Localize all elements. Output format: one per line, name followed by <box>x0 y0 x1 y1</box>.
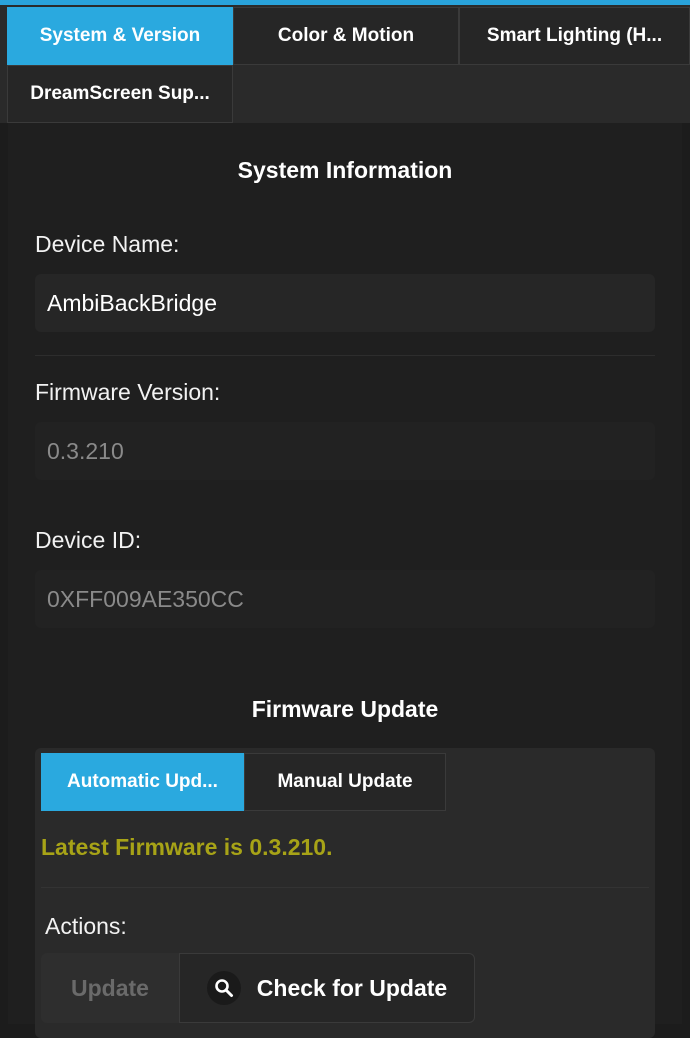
system-information-heading: System Information <box>237 157 453 183</box>
firmware-update-heading: Firmware Update <box>251 696 439 722</box>
update-button[interactable]: Update <box>41 953 179 1023</box>
tab-manual-update[interactable]: Manual Update <box>244 753 446 811</box>
firmware-version-label: Firmware Version: <box>35 379 221 405</box>
divider <box>35 355 655 356</box>
search-icon <box>206 971 241 1005</box>
tab-color-motion[interactable]: Color & Motion <box>233 7 459 65</box>
tab-dreamscreen-support[interactable]: DreamScreen Sup... <box>7 65 233 123</box>
device-name-label: Device Name: <box>35 231 180 257</box>
firmware-version-field: 0.3.210 <box>35 422 655 480</box>
divider <box>41 887 649 888</box>
tab-smart-lighting[interactable]: Smart Lighting (H... <box>459 7 690 65</box>
firmware-update-panel: Automatic Upd... Manual Update Latest Fi… <box>35 748 655 1038</box>
firmware-status-text: Latest Firmware is 0.3.210. <box>41 834 333 860</box>
device-id-label: Device ID: <box>35 527 142 553</box>
main-tab-bar: System & Version Color & Motion Smart Li… <box>0 5 690 123</box>
tab-system-version[interactable]: System & Version <box>7 7 233 65</box>
settings-content: System Information Device Name: AmbiBack… <box>8 123 682 1038</box>
tab-automatic-update[interactable]: Automatic Upd... <box>41 753 244 811</box>
check-for-update-label: Check for Update <box>256 974 448 1001</box>
actions-label: Actions: <box>45 913 127 939</box>
device-name-field[interactable]: AmbiBackBridge <box>35 274 655 332</box>
device-id-field: 0XFF009AE350CC <box>35 570 655 628</box>
check-for-update-button[interactable]: Check for Update <box>179 953 475 1023</box>
